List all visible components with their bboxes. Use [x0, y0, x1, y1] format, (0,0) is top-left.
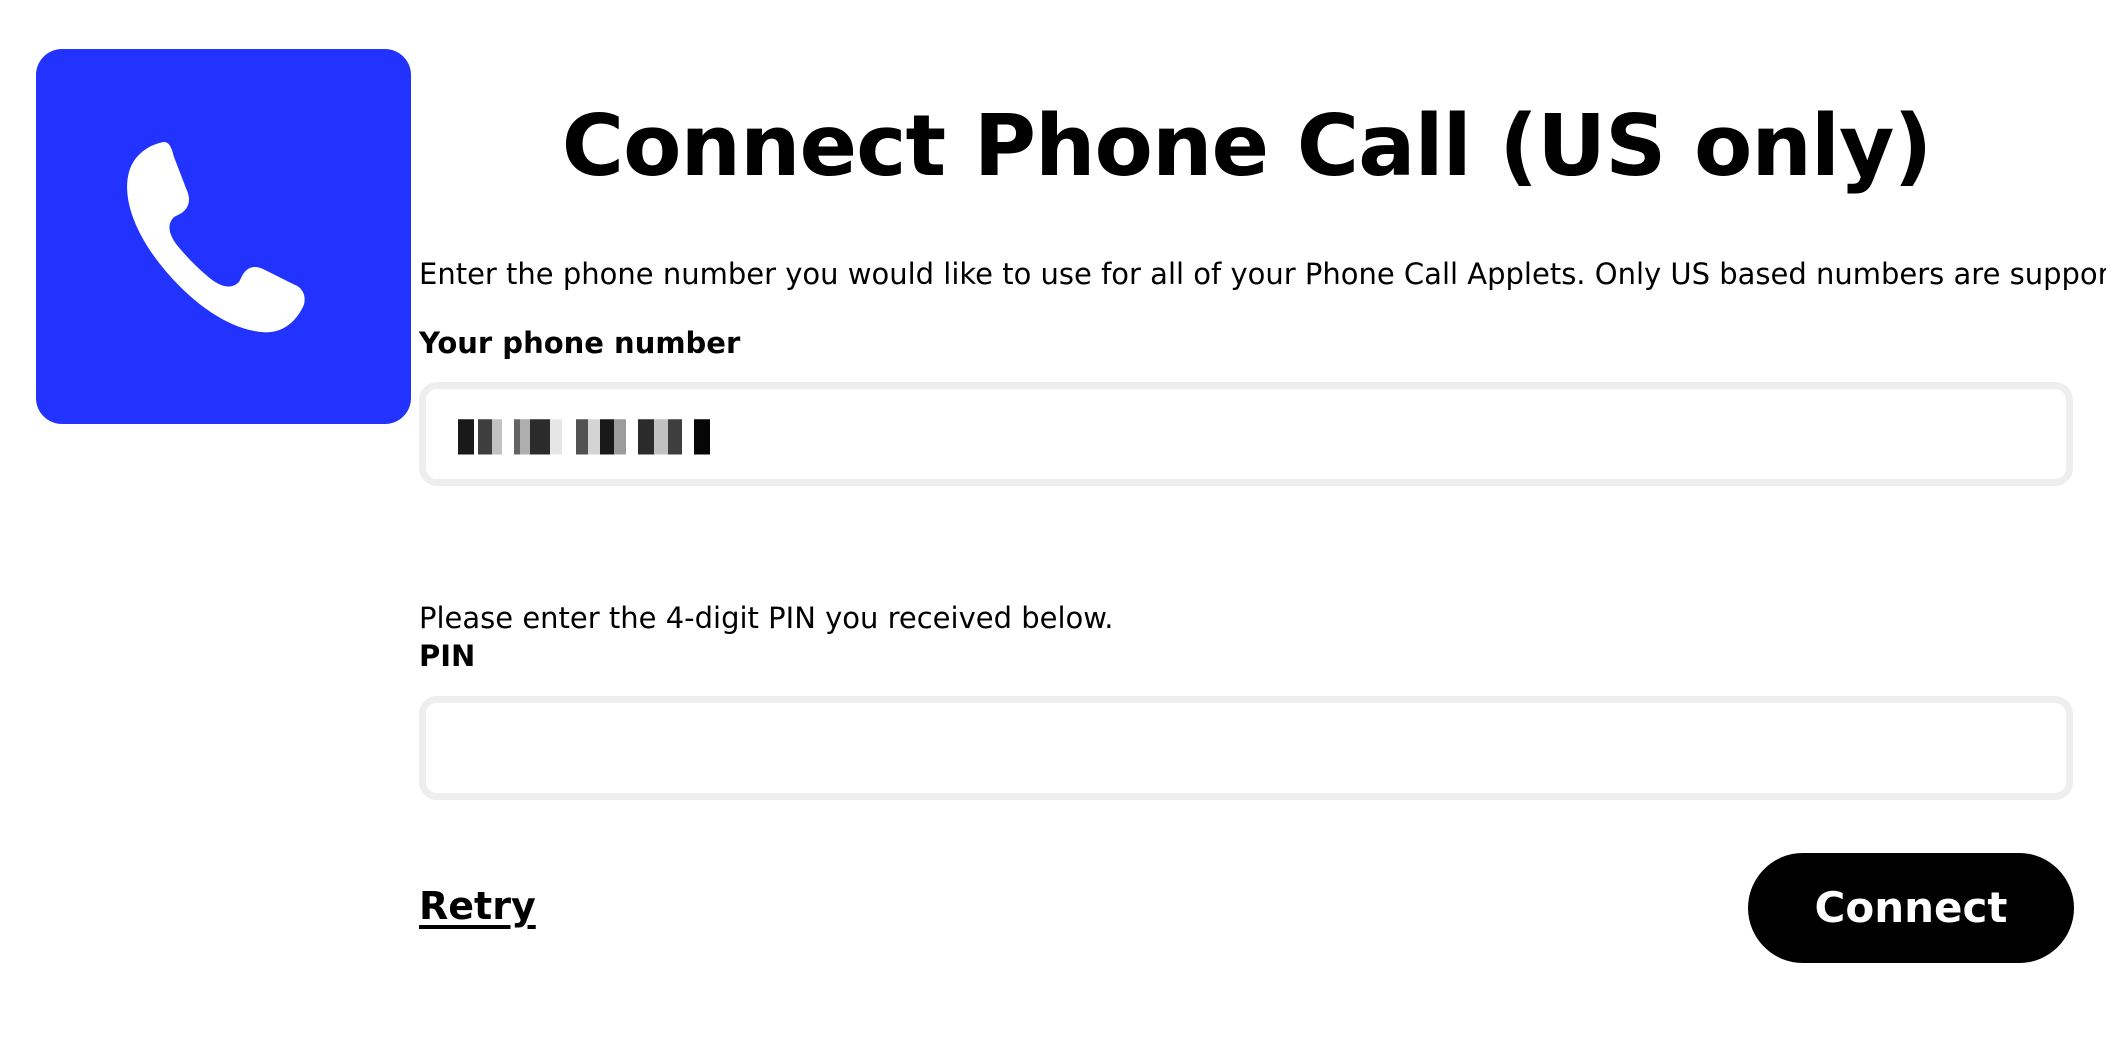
- intro-text: Enter the phone number you would like to…: [419, 257, 2106, 291]
- pin-label: PIN: [419, 639, 476, 673]
- pin-input[interactable]: [419, 696, 2073, 800]
- pin-instruction: Please enter the 4-digit PIN you receive…: [419, 601, 1114, 635]
- phone-number-input[interactable]: [419, 382, 2073, 486]
- phone-call-service-icon: [36, 49, 411, 424]
- page-title: Connect Phone Call (US only): [561, 97, 1933, 196]
- phone-number-label: Your phone number: [419, 326, 741, 360]
- phone-icon: [126, 141, 305, 332]
- retry-link[interactable]: Retry: [419, 881, 536, 931]
- connect-button[interactable]: Connect: [1748, 853, 2074, 963]
